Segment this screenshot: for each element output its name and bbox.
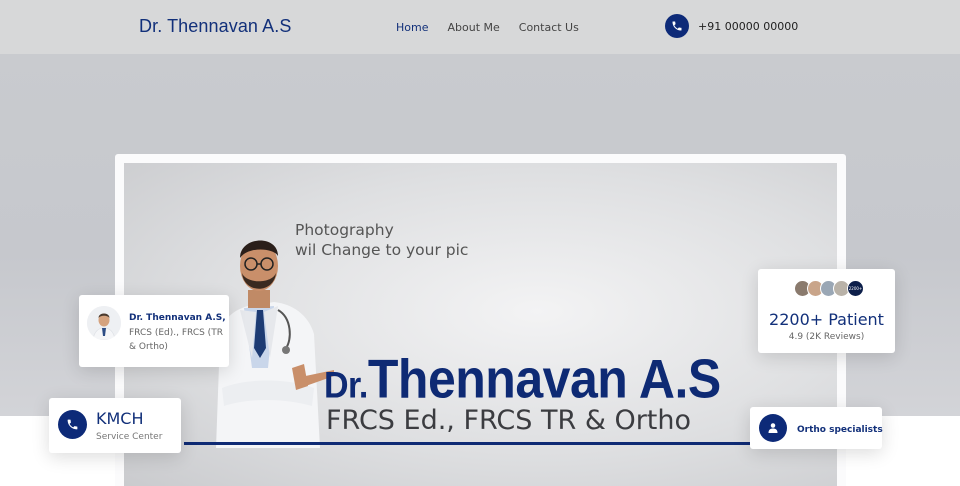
ortho-label: Ortho specialists bbox=[797, 425, 883, 435]
banner-underline bbox=[184, 442, 774, 445]
kmch-title: KMCH bbox=[96, 409, 144, 428]
patient-avatars: 2200+ bbox=[794, 280, 864, 297]
ortho-card[interactable]: Ortho specialists bbox=[750, 407, 883, 449]
doctor-card[interactable]: Dr. Thennavan A.S, FRCS (Ed)., FRCS (TR … bbox=[79, 295, 229, 367]
hero-banner: Photography wil Change to your pic Dr.Th… bbox=[124, 163, 837, 486]
patient-count: 2200+ Patient bbox=[769, 310, 884, 329]
name-prefix: Dr. bbox=[324, 364, 368, 407]
phone-icon bbox=[665, 14, 689, 38]
patient-reviews: 4.9 (2K Reviews) bbox=[788, 332, 865, 342]
nav-menu: Home About Me Contact Us bbox=[396, 21, 579, 34]
name-main: Thennavan A.S bbox=[367, 348, 721, 410]
avatar bbox=[87, 306, 121, 340]
doctor-card-name: Dr. Thennavan A.S, bbox=[129, 313, 226, 323]
doctor-card-desc: FRCS (Ed)., FRCS (TR & Ortho) bbox=[129, 328, 223, 352]
header-phone[interactable]: +91 00000 00000 bbox=[665, 14, 798, 38]
banner-doctor-name: Dr.Thennavan A.S bbox=[324, 347, 721, 411]
brand-logo[interactable]: Dr. Thennavan A.S bbox=[139, 16, 291, 37]
kmch-card[interactable]: KMCH Service Center bbox=[49, 398, 181, 453]
phone-icon bbox=[58, 410, 87, 439]
banner-qualifications: FRCS Ed., FRCS TR & Ortho bbox=[326, 405, 692, 436]
nav-home[interactable]: Home bbox=[396, 21, 428, 34]
user-icon bbox=[759, 414, 787, 442]
patient-count-badge: 2200+ bbox=[847, 280, 864, 297]
phone-number: +91 00000 00000 bbox=[698, 19, 799, 33]
nav-about[interactable]: About Me bbox=[447, 21, 499, 34]
kmch-subtitle: Service Center bbox=[96, 432, 163, 442]
nav-contact[interactable]: Contact Us bbox=[519, 21, 579, 34]
patient-stats-card: 2200+ 2200+ Patient 4.9 (2K Reviews) bbox=[758, 269, 895, 353]
navbar: Dr. Thennavan A.S Home About Me Contact … bbox=[0, 0, 960, 54]
